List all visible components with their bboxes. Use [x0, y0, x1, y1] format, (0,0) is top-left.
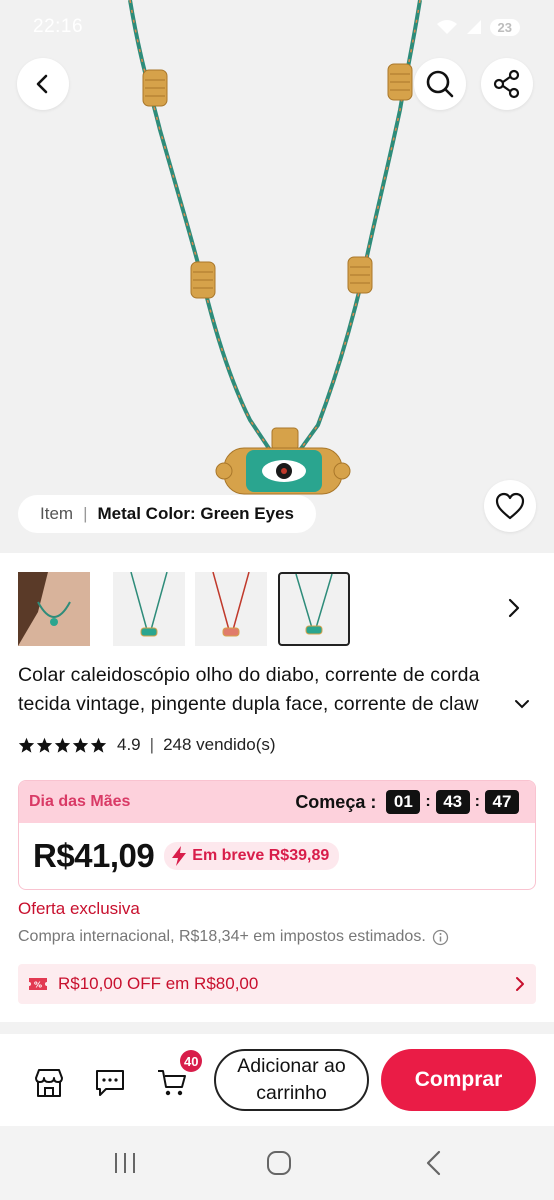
variant-pill[interactable]: Item | Metal Color: Green Eyes	[18, 495, 316, 533]
home-button[interactable]	[259, 1146, 299, 1180]
product-image[interactable]: 22:16 23 Item | Metal Color: Green Eyes	[0, 0, 554, 553]
share-button[interactable]	[481, 58, 533, 110]
thumbnails-next-button[interactable]	[500, 594, 528, 622]
rating-separator: |	[149, 735, 155, 754]
promo-body: R$41,09 Em breve R$39,89	[19, 823, 535, 889]
variant-value: Metal Color: Green Eyes	[97, 504, 294, 523]
thumbnail-strip	[18, 572, 538, 646]
buy-button[interactable]: Comprar	[381, 1049, 536, 1111]
cart-icon	[158, 1070, 186, 1096]
thumbnail-necklace-red-image	[212, 572, 250, 637]
coupon-icon: %	[29, 978, 47, 990]
upcoming-price-text: Em breve R$39,89	[192, 847, 330, 864]
countdown-separator: :	[474, 793, 480, 810]
thumbnail-necklace-green-eye-image	[295, 574, 333, 635]
recents-icon	[115, 1153, 135, 1173]
thumbnail-necklace-green-image	[130, 572, 168, 637]
search-icon	[426, 70, 454, 98]
countdown-separator: :	[425, 793, 431, 810]
star-icon	[72, 737, 89, 753]
promo-starts-label: Começa :	[295, 791, 377, 812]
star-icon	[54, 737, 71, 753]
promo-header: Dia das Mães Começa : 01 : 43 : 47	[19, 781, 535, 823]
chat-icon	[96, 1070, 124, 1096]
product-title: Colar caleidoscópio olho do diabo, corre…	[18, 664, 480, 715]
necklace-illustration	[128, 0, 422, 495]
add-to-cart-button[interactable]: Adicionar ao carrinho	[214, 1049, 369, 1111]
battery-level: 23	[489, 18, 520, 36]
back-arrow-icon	[36, 74, 48, 94]
price: R$41,09	[33, 837, 155, 874]
section-divider	[0, 1022, 554, 1034]
countdown-minutes: 43	[435, 790, 470, 814]
thumbnail-2[interactable]	[113, 572, 185, 646]
back-button[interactable]	[17, 58, 69, 110]
chevron-right-icon	[516, 977, 524, 991]
share-icon	[493, 69, 520, 99]
tax-note[interactable]: Compra internacional, R$18,34+ em impost…	[18, 928, 449, 946]
lightning-icon	[172, 846, 187, 866]
status-time: 22:16	[33, 16, 84, 37]
rating-row[interactable]: 4.9 | 248 vendido(s)	[18, 735, 276, 755]
home-icon	[267, 1151, 291, 1175]
store-button[interactable]	[32, 1066, 66, 1100]
rating-stars	[18, 737, 107, 753]
star-icon	[18, 737, 35, 753]
status-bar: 22:16 23	[33, 14, 520, 40]
thumbnail-1[interactable]	[18, 572, 90, 646]
recents-button[interactable]	[105, 1146, 145, 1180]
heart-icon	[495, 492, 525, 520]
coupon-banner[interactable]: % R$10,00 OFF em R$80,00	[18, 964, 536, 1004]
system-navigation-bar	[0, 1126, 554, 1200]
chevron-right-icon	[508, 598, 520, 618]
thumbnail-4-selected[interactable]	[278, 572, 350, 646]
info-icon[interactable]	[432, 929, 449, 946]
thumbnail-3[interactable]	[195, 572, 267, 646]
countdown-seconds: 47	[485, 790, 519, 814]
upcoming-price-badge: Em breve R$39,89	[164, 842, 340, 870]
coupon-text: R$10,00 OFF em R$80,00	[58, 974, 259, 993]
system-back-button[interactable]	[414, 1146, 454, 1180]
svg-text:%: %	[34, 981, 42, 990]
chat-button[interactable]	[93, 1066, 127, 1100]
star-icon	[90, 737, 107, 753]
cart-button[interactable]	[155, 1066, 189, 1100]
store-icon	[35, 1069, 63, 1097]
favorite-button[interactable]	[484, 480, 536, 532]
wifi-icon	[436, 20, 457, 34]
thumbnail-model-image	[18, 572, 90, 646]
tax-note-text: Compra internacional, R$18,34+ em impost…	[18, 928, 426, 945]
star-icon	[36, 737, 53, 753]
expand-title-button[interactable]	[513, 697, 531, 716]
back-icon	[426, 1150, 441, 1176]
signal-icon	[466, 20, 481, 34]
variant-separator: |	[83, 504, 88, 523]
promo-name: Dia das Mães	[29, 793, 131, 810]
variant-label: Item	[40, 504, 74, 523]
promo-box: Dia das Mães Começa : 01 : 43 : 47 R$41,…	[18, 780, 536, 890]
exclusive-offer-label: Oferta exclusiva	[18, 899, 140, 918]
search-button[interactable]	[414, 58, 466, 110]
status-icons: 23	[436, 18, 520, 36]
sold-count: 248 vendido(s)	[163, 735, 276, 754]
rating-value: 4.9	[117, 735, 141, 754]
countdown-hours: 01	[386, 790, 421, 814]
chevron-down-icon	[515, 700, 529, 709]
